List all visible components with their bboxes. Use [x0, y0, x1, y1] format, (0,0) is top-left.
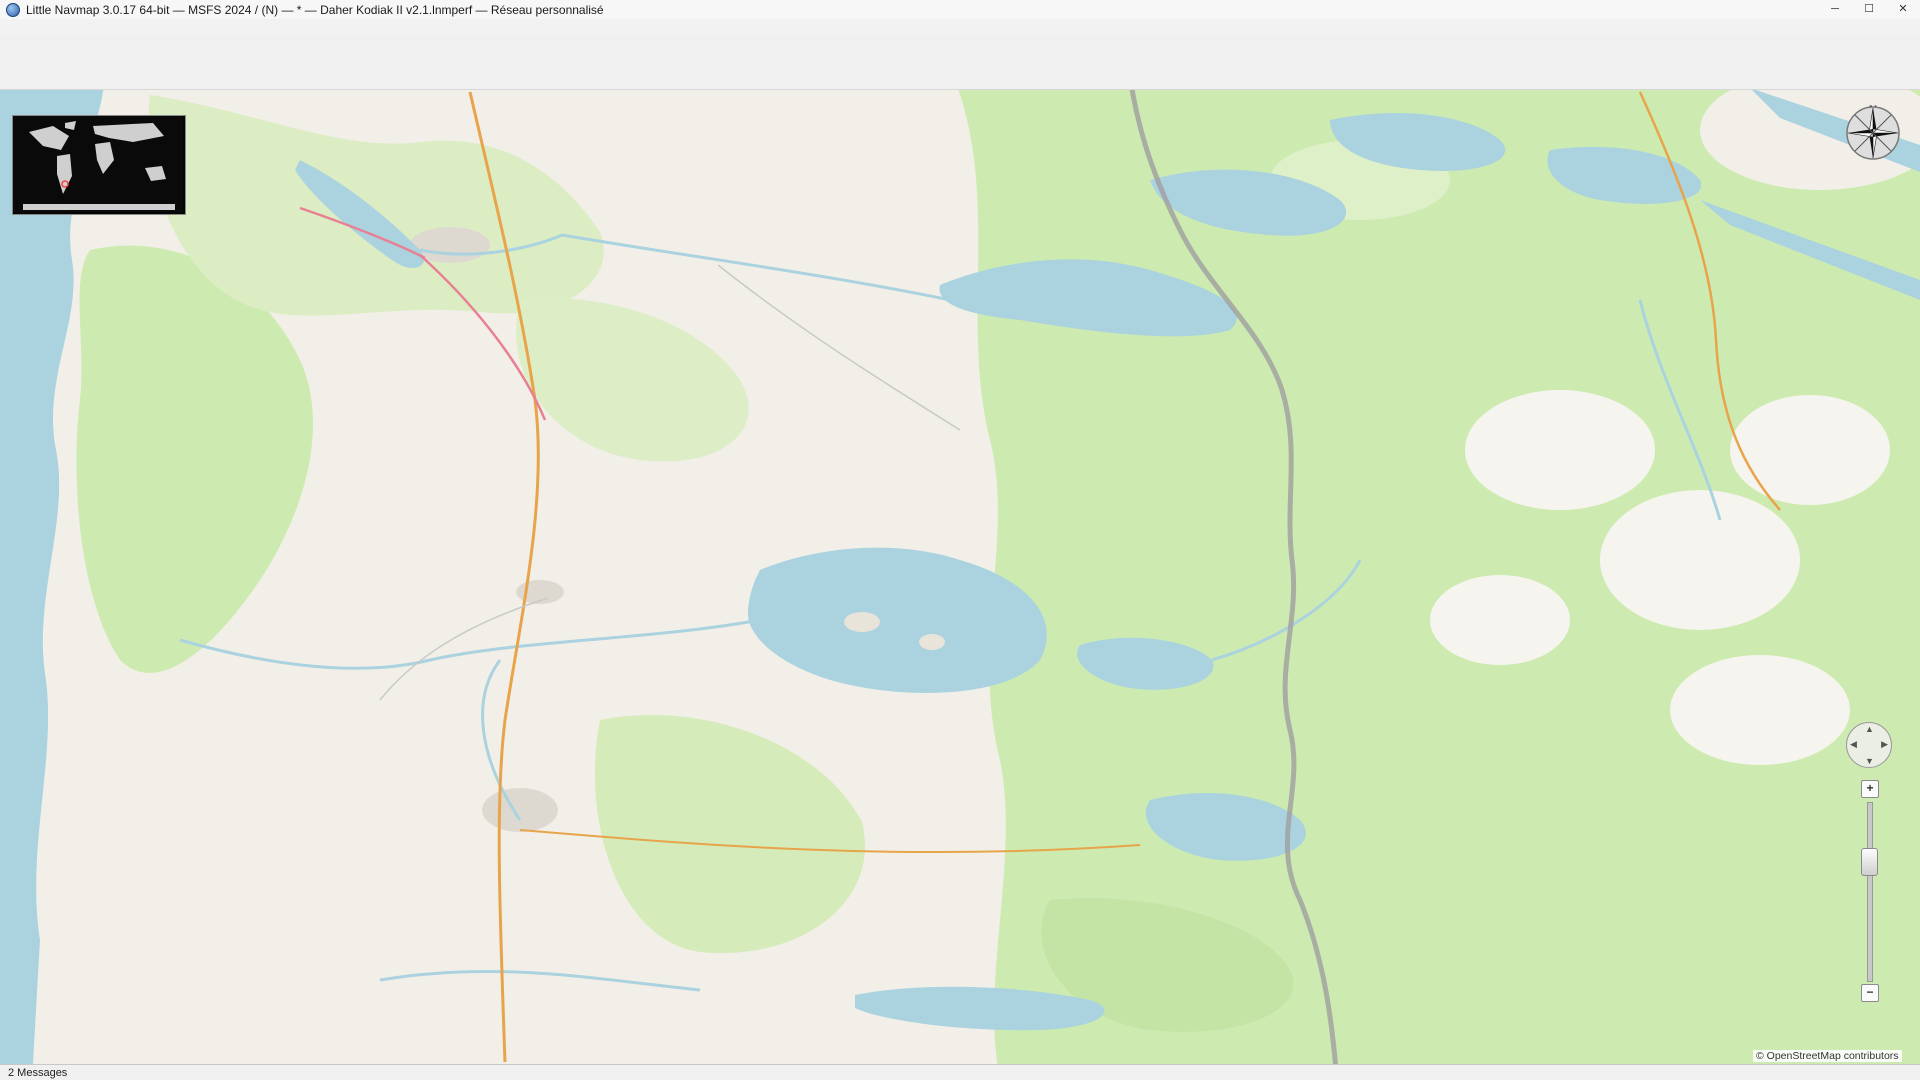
status-messages[interactable]: 2 Messages — [0, 1067, 75, 1079]
compass-star — [1844, 104, 1902, 162]
map-canvas[interactable] — [0, 0, 1920, 1080]
overview-world — [13, 116, 183, 212]
toolbar-main — [0, 35, 1920, 63]
zoom-slider-track[interactable] — [1867, 802, 1873, 982]
pan-up-icon[interactable]: ▲ — [1865, 724, 1874, 734]
pan-left-icon[interactable]: ◀ — [1850, 739, 1857, 750]
minimize-button[interactable]: ─ — [1818, 0, 1852, 19]
pan-down-icon[interactable]: ▼ — [1865, 756, 1874, 766]
menu-bar — [0, 19, 1920, 36]
app-icon — [6, 3, 20, 17]
window-title: Little Navmap 3.0.17 64-bit — MSFS 2024 … — [26, 3, 604, 17]
compass-rose: N — [1844, 104, 1902, 172]
little-navmap-window: N ▲ ▼ ◀ ▶ + − © OpenStreetMap contributo… — [0, 0, 1920, 1080]
maximize-button[interactable]: ☐ — [1852, 0, 1886, 19]
toolbar-secondary — [0, 62, 1920, 90]
overview-map[interactable] — [12, 115, 186, 215]
map-pan-control[interactable]: ▲ ▼ ◀ ▶ — [1846, 722, 1892, 768]
close-button[interactable]: ✕ — [1886, 0, 1920, 19]
zoom-in-button[interactable]: + — [1861, 780, 1879, 798]
status-bar: 2 Messages — [0, 1064, 1920, 1080]
pan-right-icon[interactable]: ▶ — [1881, 739, 1888, 750]
title-bar[interactable]: Little Navmap 3.0.17 64-bit — MSFS 2024 … — [0, 0, 1920, 20]
map-attribution: © OpenStreetMap contributors — [1753, 1050, 1902, 1062]
zoom-slider-handle[interactable] — [1861, 848, 1878, 876]
zoom-out-button[interactable]: − — [1861, 984, 1879, 1002]
